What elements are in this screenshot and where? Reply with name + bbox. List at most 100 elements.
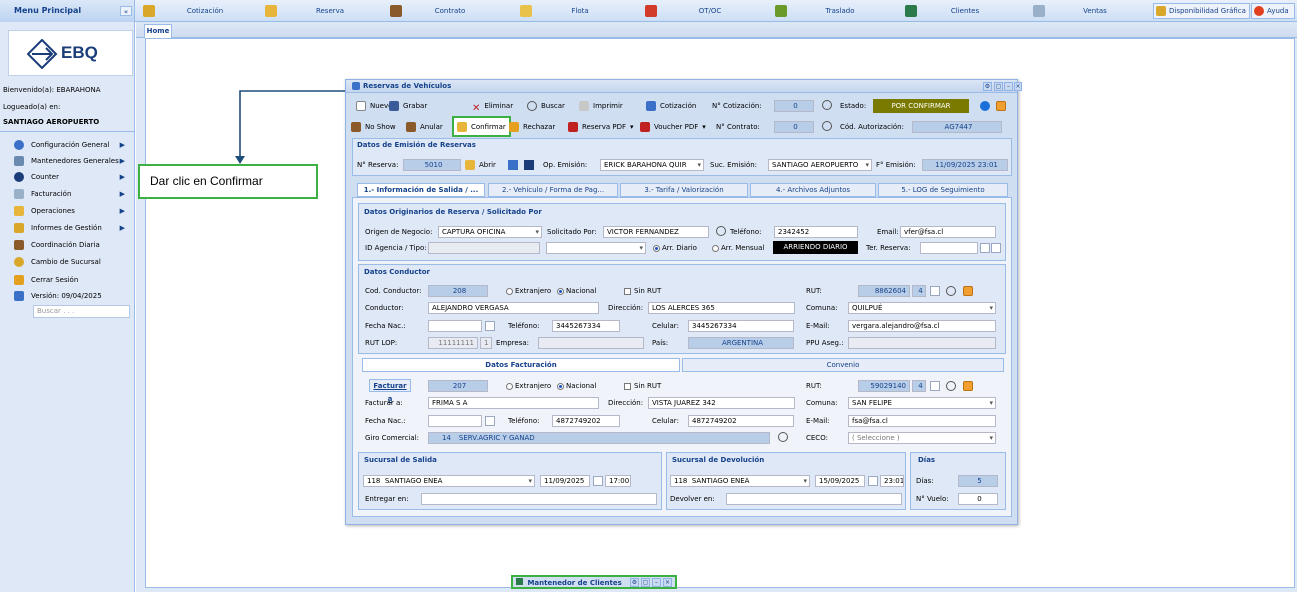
sin-rut-checkbox[interactable]: Sin RUT (624, 380, 661, 392)
nav-next-icon[interactable] (524, 160, 534, 170)
celular-field[interactable]: 3445267334 (688, 320, 794, 332)
agencia-field[interactable] (428, 242, 540, 254)
menu-informes[interactable]: Informes de Gestión ▶ (14, 221, 129, 235)
tab-tarifa[interactable]: 3.- Tarifa / Valorización (620, 183, 748, 197)
grabar-button[interactable]: Grabar (389, 98, 427, 114)
top-reserva-button[interactable]: Reserva (290, 0, 370, 22)
tab-home[interactable]: Home (144, 24, 172, 38)
pin-icon[interactable]: ⚙ (983, 82, 992, 91)
op-emision-select[interactable]: ERICK BARAHONA QUIR (600, 159, 704, 171)
refresh-icon[interactable] (980, 101, 990, 111)
fecha-nac-field[interactable] (428, 415, 482, 427)
menu-search-input[interactable]: Buscar . . . (33, 305, 130, 318)
menu-operaciones[interactable]: Operaciones ▶ (14, 204, 129, 218)
salida-sucursal-select[interactable]: 118 SANTIAGO ENEA (363, 475, 535, 487)
nav-prev-icon[interactable] (508, 160, 518, 170)
top-cotizacion-button[interactable]: Cotización (160, 0, 250, 22)
no-show-button[interactable]: No Show (351, 119, 396, 135)
calendar-icon[interactable] (485, 416, 495, 426)
email-field[interactable]: fsa@fsa.cl (848, 415, 996, 427)
top-clientes-button[interactable]: Clientes (925, 0, 1005, 22)
check-icon[interactable] (963, 286, 973, 296)
document-icon[interactable] (930, 381, 940, 391)
origen-select[interactable]: CAPTURA OFICINA (438, 226, 542, 238)
check-icon[interactable] (963, 381, 973, 391)
sin-rut-checkbox[interactable]: Sin RUT (624, 285, 661, 297)
close-icon[interactable]: × (663, 578, 672, 587)
flota-icon[interactable] (520, 0, 532, 22)
menu-counter[interactable]: Counter ▶ (14, 170, 129, 184)
tab-vehiculo[interactable]: 2.- Vehículo / Forma de Pag... (488, 183, 618, 197)
collapse-menu-button[interactable]: « (120, 6, 132, 16)
tab-archivos[interactable]: 4.- Archivos Adjuntos (750, 183, 876, 197)
tab-convenio[interactable]: Convenio (682, 358, 1004, 372)
minimize-icon[interactable]: – (652, 578, 661, 587)
search-icon[interactable] (822, 100, 832, 110)
grid-icon[interactable] (991, 243, 1001, 253)
salida-fecha-field[interactable]: 11/09/2025 (540, 475, 590, 487)
restore-icon[interactable]: ▢ (641, 578, 650, 587)
traslado-icon[interactable] (775, 0, 787, 22)
top-traslado-button[interactable]: Traslado (800, 0, 880, 22)
check-icon[interactable] (996, 101, 1006, 111)
devolucion-sucursal-select[interactable]: 118 SANTIAGO ENEA (670, 475, 810, 487)
direccion-field[interactable]: LOS ALERCES 365 (648, 302, 795, 314)
minimize-icon[interactable]: – (1004, 82, 1013, 91)
search-icon[interactable] (716, 226, 726, 236)
disponibilidad-button[interactable]: Disponibilidad Gráfica (1153, 3, 1250, 19)
arr-mensual-radio[interactable]: Arr. Mensual (712, 242, 764, 254)
close-icon[interactable]: × (1014, 82, 1022, 91)
celular-field[interactable]: 4872749202 (688, 415, 794, 427)
comuna-select[interactable]: SAN FELIPE (848, 397, 996, 409)
arr-diario-radio[interactable]: Arr. Diario (653, 242, 697, 254)
top-flota-button[interactable]: Flota (545, 0, 615, 22)
top-ventas-button[interactable]: Ventas (1055, 0, 1135, 22)
devolucion-fecha-field[interactable]: 15/09/2025 (815, 475, 865, 487)
calendar-icon[interactable] (980, 243, 990, 253)
ceco-select[interactable]: ( Seleccione ) (848, 432, 996, 444)
search-icon[interactable] (946, 381, 956, 391)
calendar-icon[interactable] (485, 321, 495, 331)
menu-coordinacion[interactable]: Coordinación Diaria (14, 238, 129, 252)
nacional-radio[interactable]: Nacional (557, 285, 596, 297)
calendar-icon[interactable] (593, 476, 603, 486)
imprimir-button[interactable]: Imprimir (579, 98, 623, 114)
top-otoc-button[interactable]: OT/OC (670, 0, 750, 22)
cotizacion-icon[interactable] (143, 0, 155, 22)
ter-reserva-field[interactable] (920, 242, 978, 254)
conductor-field[interactable]: ALEJANDRO VERGASA (428, 302, 599, 314)
rechazar-button[interactable]: Rechazar (509, 119, 555, 135)
menu-cambio-sucursal[interactable]: Cambio de Sucursal (14, 255, 129, 269)
salida-hora-field[interactable]: 17:00 (605, 475, 631, 487)
reserva-icon[interactable] (265, 0, 277, 22)
comuna-select[interactable]: QUILPUÉ (848, 302, 996, 314)
tab-informacion-salida[interactable]: 1.- Información de Salida / ... (357, 183, 485, 197)
confirmar-button[interactable]: Confirmar (452, 116, 511, 137)
ayuda-button[interactable]: Ayuda (1251, 3, 1295, 19)
search-icon[interactable] (778, 432, 788, 442)
devolver-field[interactable] (726, 493, 902, 505)
tab-datos-facturacion[interactable]: Datos Facturación (362, 358, 680, 372)
menu-mantenedores[interactable]: Mantenedores Generales ▶ (14, 154, 129, 168)
email-field[interactable]: vfer@fsa.cl (900, 226, 996, 238)
anular-button[interactable]: Anular (406, 119, 443, 135)
suc-emision-select[interactable]: SANTIAGO AEROPUERTO (768, 159, 872, 171)
clientes-icon[interactable] (905, 0, 917, 22)
fecha-nac-field[interactable] (428, 320, 482, 332)
cotizacion-button[interactable]: Cotización (646, 98, 696, 114)
telefono-field[interactable]: 4872749202 (552, 415, 620, 427)
ventas-icon[interactable] (1033, 0, 1045, 22)
telefono-field[interactable]: 3445267334 (552, 320, 620, 332)
entregar-field[interactable] (421, 493, 657, 505)
extranjero-radio[interactable]: Extranjero (506, 285, 551, 297)
search-icon[interactable] (946, 286, 956, 296)
vuelo-field[interactable]: 0 (958, 493, 998, 505)
nacional-radio[interactable]: Nacional (557, 380, 596, 392)
menu-cerrar-sesion[interactable]: Cerrar Sesión (14, 273, 129, 287)
extranjero-radio[interactable]: Extranjero (506, 380, 551, 392)
direccion-field[interactable]: VISTA JUAREZ 342 (648, 397, 795, 409)
email-field[interactable]: vergara.alejandro@fsa.cl (848, 320, 996, 332)
solicitado-field[interactable]: VICTOR FERNANDEZ (603, 226, 709, 238)
nuevo-button[interactable]: Nuevo (356, 98, 392, 114)
devolucion-hora-field[interactable]: 23:01 (880, 475, 904, 487)
